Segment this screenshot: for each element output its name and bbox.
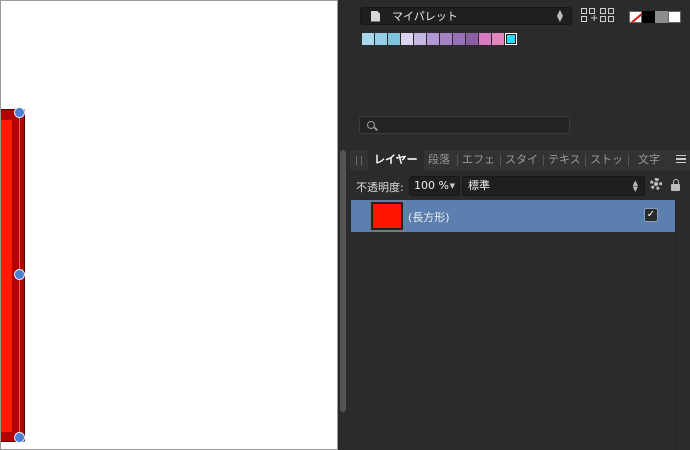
- add-swatch-icon[interactable]: +: [581, 8, 598, 24]
- tab-character[interactable]: 文字: [638, 150, 660, 171]
- palette-swatch[interactable]: [414, 33, 426, 45]
- palette-swatch[interactable]: [492, 33, 504, 45]
- palette-swatch[interactable]: [427, 33, 439, 45]
- updown-arrows-icon: ▲ ▼: [632, 179, 638, 193]
- selection-handle-top[interactable]: [14, 107, 25, 118]
- tab-styles[interactable]: スタイ: [505, 150, 538, 171]
- tab-paragraph[interactable]: 段落: [428, 150, 450, 171]
- selection-handle-bottom[interactable]: [14, 432, 25, 443]
- palette-swatch[interactable]: [388, 33, 400, 45]
- swatch-search-box[interactable]: [359, 116, 570, 134]
- palette-swatch[interactable]: [466, 33, 478, 45]
- palette-swatches: [362, 33, 518, 45]
- color-swatch-gray[interactable]: [655, 11, 668, 23]
- palette-swatch[interactable]: [453, 33, 465, 45]
- palette-select[interactable]: マイパレット ▲ ▼: [360, 7, 572, 25]
- color-swatch-black[interactable]: [642, 11, 655, 23]
- palette-swatch[interactable]: [401, 33, 413, 45]
- dropdown-triangle-icon: ▼: [449, 182, 455, 190]
- tab-text-styles[interactable]: テキス: [548, 150, 581, 171]
- lock-icon[interactable]: [671, 179, 680, 191]
- color-swatch-white[interactable]: [668, 11, 681, 23]
- opacity-field[interactable]: 100 % ▼: [409, 176, 460, 196]
- layer-thumbnail: [371, 202, 403, 230]
- palette-swatch[interactable]: [505, 33, 517, 45]
- blend-mode-select[interactable]: 標準 ▲ ▼: [462, 176, 645, 196]
- panel-menu-icon[interactable]: [676, 155, 686, 163]
- selection-handle-middle[interactable]: [14, 269, 25, 280]
- layers-list-empty-area[interactable]: [351, 232, 675, 450]
- search-icon: [367, 121, 375, 129]
- palette-swatch[interactable]: [375, 33, 387, 45]
- updown-arrows-icon: ▲ ▼: [556, 8, 563, 23]
- drag-grip-icon[interactable]: [356, 156, 362, 165]
- studio-panel: マイパレット ▲ ▼ + レイヤー 段落 エフェ スタイ テキス ストッ 文字 不…: [338, 0, 690, 450]
- gear-icon[interactable]: [650, 178, 662, 190]
- opacity-label: 不透明度:: [356, 181, 404, 194]
- tab-layers[interactable]: レイヤー: [368, 150, 424, 171]
- tab-effects[interactable]: エフェ: [462, 150, 495, 171]
- search-input[interactable]: [380, 118, 565, 132]
- layer-row[interactable]: (長方形) ✓: [351, 200, 675, 232]
- none-color-swatch[interactable]: [629, 11, 642, 23]
- palette-options-icon[interactable]: [600, 8, 616, 23]
- blend-mode-value: 標準: [468, 179, 490, 192]
- document-canvas[interactable]: [0, 0, 338, 450]
- panel-tabs: レイヤー 段落 エフェ スタイ テキス ストッ 文字: [350, 149, 690, 171]
- opacity-value: 100 %: [414, 179, 449, 192]
- palette-swatch[interactable]: [479, 33, 491, 45]
- palette-swatch[interactable]: [440, 33, 452, 45]
- rectangle-fill: [1, 120, 12, 432]
- panel-divider: [675, 200, 676, 450]
- palette-swatch[interactable]: [362, 33, 374, 45]
- palette-name: マイパレット: [392, 10, 458, 23]
- panel-scrollbar[interactable]: [340, 150, 346, 412]
- tab-stock[interactable]: ストッ: [590, 150, 623, 171]
- document-icon: [371, 10, 380, 22]
- layer-name: (長方形): [408, 211, 450, 224]
- layer-visibility-checkbox[interactable]: ✓: [644, 208, 658, 222]
